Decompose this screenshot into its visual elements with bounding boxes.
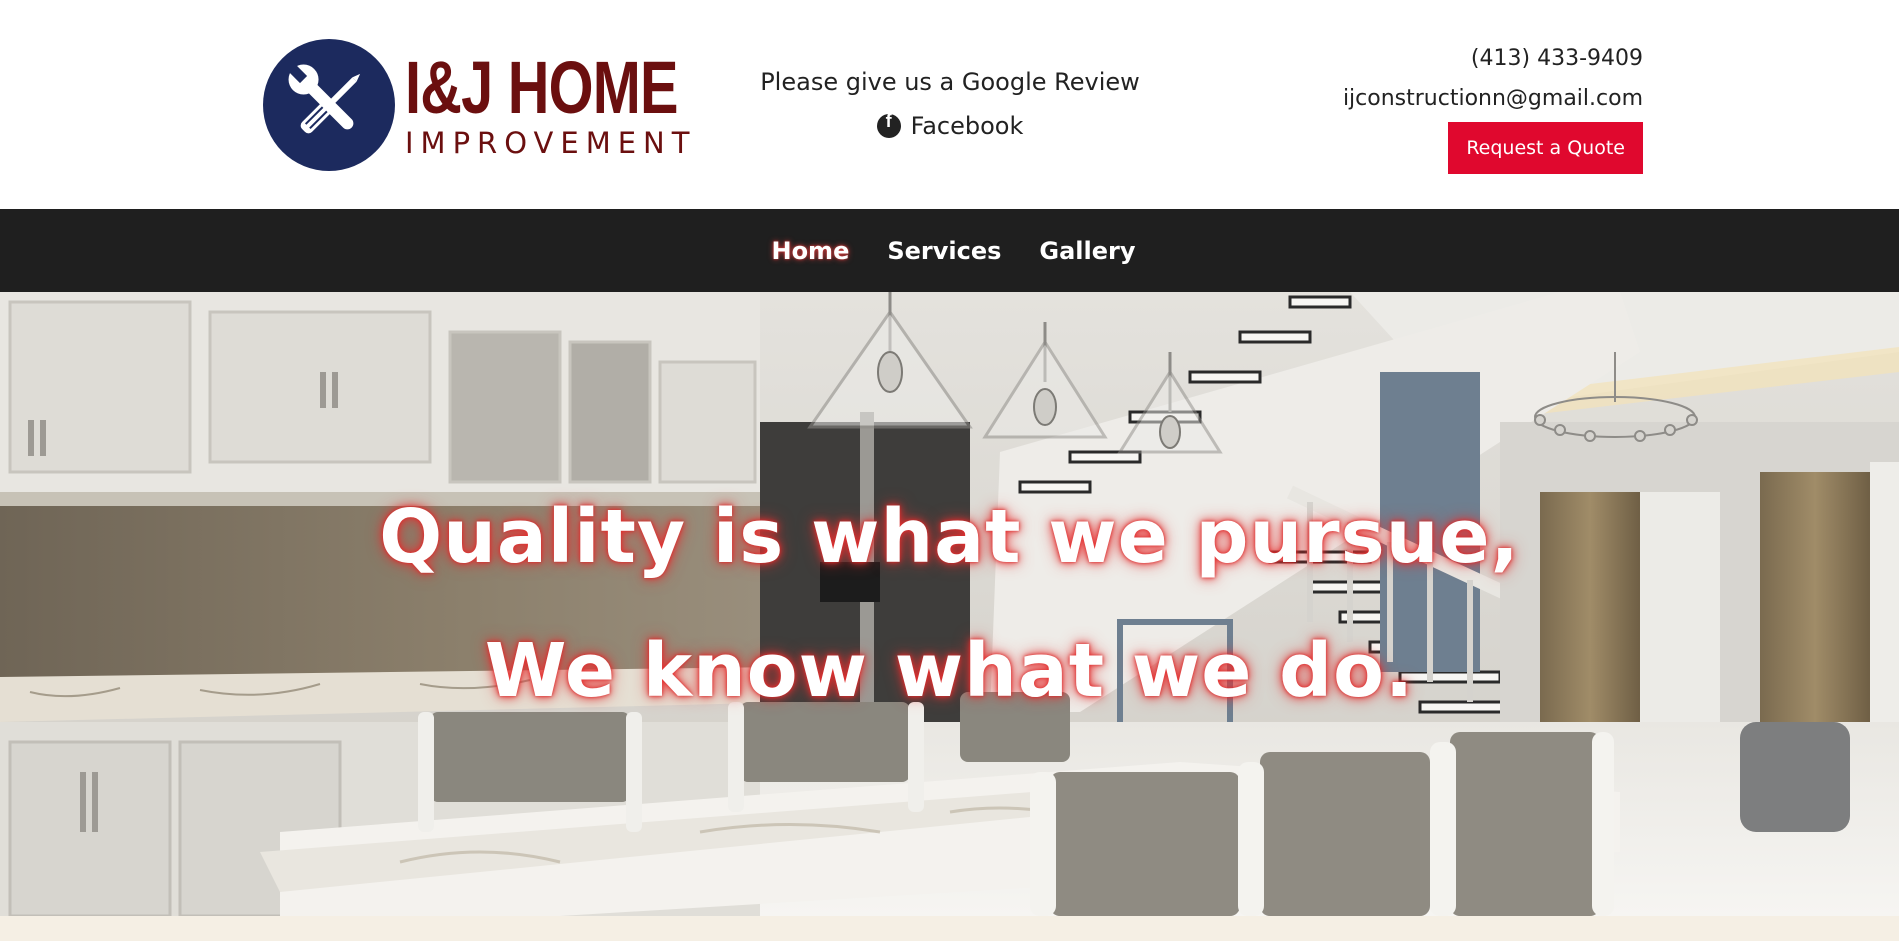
site-header: I&J HOME IMPROVEMENT Please give us a Go… bbox=[0, 0, 1899, 209]
site-logo[interactable]: I&J HOME IMPROVEMENT bbox=[263, 38, 689, 172]
wrench-screwdriver-icon bbox=[263, 39, 395, 171]
logo-wordmark: I&J HOME IMPROVEMENT bbox=[405, 46, 755, 160]
nav-item-gallery[interactable]: Gallery bbox=[1039, 237, 1135, 265]
logo-subtitle: IMPROVEMENT bbox=[405, 126, 697, 160]
facebook-link[interactable]: Facebook bbox=[876, 101, 1024, 146]
nav-item-services[interactable]: Services bbox=[887, 237, 1001, 265]
hero-headline-line-1: Quality is what we pursue, bbox=[379, 494, 1520, 580]
header-contact: (413) 433-9409 ijconstructionn@gmail.com… bbox=[1343, 44, 1643, 174]
facebook-icon bbox=[876, 101, 901, 141]
hero-headline: Quality is what we pursue, We know what … bbox=[0, 292, 1899, 916]
hero-banner: Quality is what we pursue, We know what … bbox=[0, 292, 1899, 916]
facebook-link-label: Facebook bbox=[910, 112, 1024, 140]
nav-item-home[interactable]: Home bbox=[771, 237, 849, 265]
hero-headline-line-2: We know what we do. bbox=[484, 628, 1415, 714]
section-divider-band bbox=[0, 916, 1899, 941]
logo-title: I&J HOME bbox=[405, 46, 679, 129]
email-link[interactable]: ijconstructionn@gmail.com bbox=[1343, 84, 1643, 114]
request-quote-button[interactable]: Request a Quote bbox=[1448, 122, 1643, 174]
google-review-link[interactable]: Please give us a Google Review bbox=[730, 62, 1170, 102]
phone-link[interactable]: (413) 433-9409 bbox=[1343, 44, 1643, 74]
header-social: Please give us a Google Review Facebook bbox=[730, 62, 1170, 146]
main-nav: Home Services Gallery bbox=[0, 209, 1899, 292]
